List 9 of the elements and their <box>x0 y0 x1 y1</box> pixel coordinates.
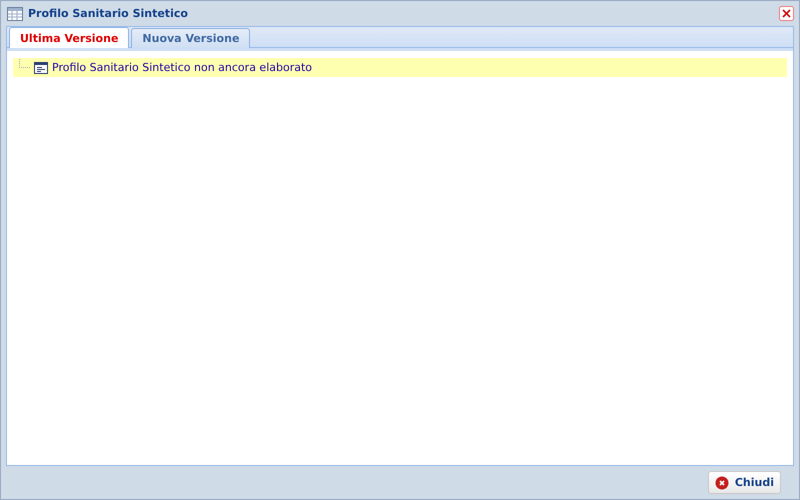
close-icon <box>714 476 729 490</box>
list-icon <box>34 62 48 74</box>
tab[interactable]: Ultima Versione <box>9 27 130 48</box>
window-title: Profilo Sanitario Sintetico <box>28 7 189 20</box>
tab[interactable]: Nuova Versione <box>131 28 250 48</box>
table-icon <box>7 6 23 20</box>
tree-item[interactable]: Profilo Sanitario Sintetico non ancora elaborato <box>13 58 787 77</box>
close-button[interactable]: Chiudi <box>708 471 781 494</box>
close-icon[interactable] <box>779 6 794 21</box>
